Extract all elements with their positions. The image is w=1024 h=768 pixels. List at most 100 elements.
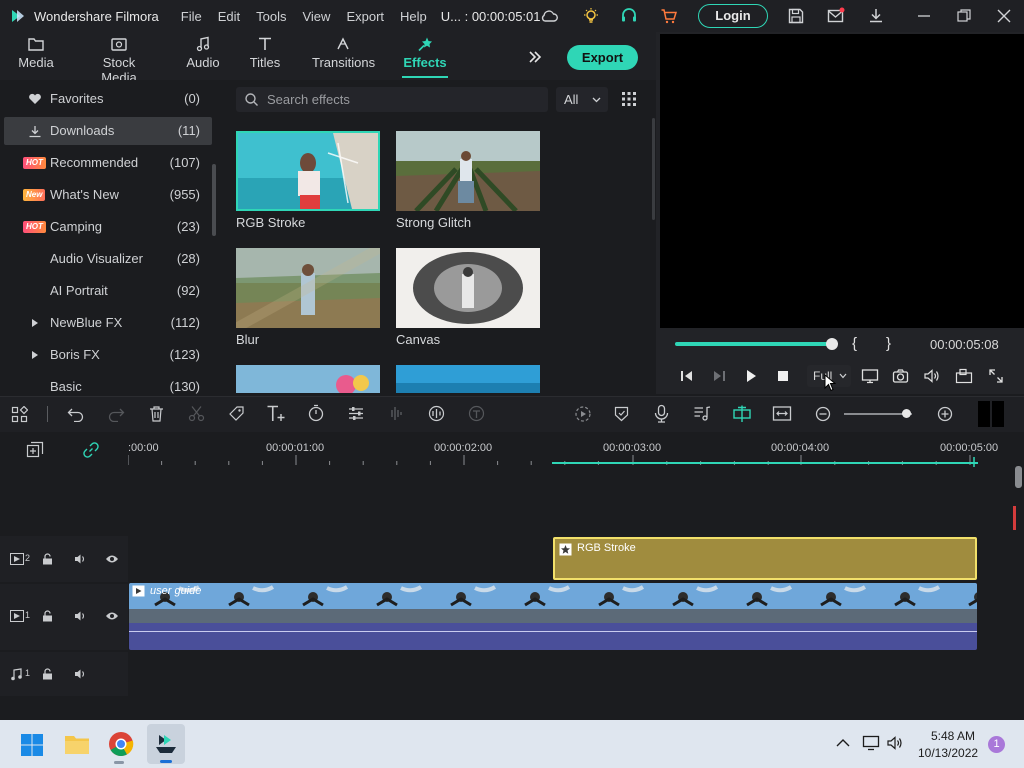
volume-icon[interactable]	[923, 368, 940, 384]
save-icon[interactable]	[787, 7, 805, 25]
headset-support-icon[interactable]	[620, 7, 638, 25]
mark-in-button[interactable]: {	[852, 335, 857, 352]
snapshot-camera-icon[interactable]	[892, 368, 909, 384]
marker-shield-icon[interactable]	[613, 405, 630, 423]
tab-effects[interactable]: Effects	[402, 36, 448, 78]
sidebar-item-downloads[interactable]: Downloads (11)	[4, 117, 212, 145]
next-frame-icon[interactable]	[711, 368, 727, 384]
cloud-icon[interactable]	[540, 7, 558, 25]
menu-tools[interactable]: Tools	[256, 9, 286, 24]
expand-caret-icon[interactable]	[32, 351, 38, 359]
sidebar-item-boris-fx[interactable]: Boris FX (123)	[4, 341, 212, 369]
notification-badge[interactable]: 1	[988, 736, 1005, 753]
login-button[interactable]: Login	[698, 4, 768, 28]
menu-export[interactable]: Export	[346, 9, 384, 24]
audio-wave-icon[interactable]	[387, 405, 405, 422]
sidebar-item-newblue-fx[interactable]: NewBlue FX (112)	[4, 309, 212, 337]
chrome-icon[interactable]	[108, 731, 134, 757]
add-track-icon[interactable]	[26, 441, 44, 459]
download-icon[interactable]	[867, 7, 885, 25]
windows-start-icon[interactable]	[20, 733, 44, 757]
search-input[interactable]: Search effects	[236, 87, 548, 112]
sidebar-scrollbar[interactable]	[212, 164, 216, 236]
sidebar-item-basic[interactable]: Basic (130)	[4, 373, 212, 394]
effect-card-partial[interactable]	[236, 365, 380, 393]
stop-icon[interactable]	[775, 368, 791, 384]
display-settings-icon[interactable]	[861, 368, 879, 384]
tab-stock-media[interactable]: Stock Media	[84, 36, 154, 85]
effect-card-rgb-stroke[interactable]	[236, 131, 380, 211]
microphone-icon[interactable]	[653, 404, 670, 423]
volume-icon[interactable]	[886, 735, 904, 751]
pip-icon[interactable]	[955, 368, 973, 384]
lock-icon[interactable]	[42, 668, 53, 680]
tab-transitions[interactable]: Transitions	[312, 36, 375, 70]
filter-dropdown[interactable]: All	[556, 87, 608, 112]
music-list-icon[interactable]	[693, 405, 711, 422]
lock-icon[interactable]	[42, 610, 53, 622]
sidebar-item-favorites[interactable]: Favorites (0)	[4, 85, 212, 113]
zoom-in-icon[interactable]	[937, 406, 953, 422]
effect-card-partial[interactable]	[396, 365, 540, 393]
play-icon[interactable]	[743, 368, 759, 384]
eye-icon[interactable]	[105, 553, 119, 565]
cut-icon[interactable]	[188, 405, 205, 422]
text-to-speech-icon[interactable]	[467, 404, 486, 423]
effect-card-blur[interactable]	[236, 248, 380, 328]
menu-help[interactable]: Help	[400, 9, 427, 24]
restore-icon[interactable]	[955, 7, 973, 25]
chevron-up-icon[interactable]	[836, 738, 850, 748]
tab-titles[interactable]: Titles	[247, 36, 283, 70]
effect-card-canvas[interactable]	[396, 248, 540, 328]
sidebar-item-audio-visualizer[interactable]: Audio Visualizer (28)	[4, 245, 212, 273]
menu-edit[interactable]: Edit	[218, 9, 240, 24]
more-tabs-chevrons-icon[interactable]	[527, 49, 543, 65]
eye-icon[interactable]	[105, 610, 119, 622]
tab-media[interactable]: Media	[14, 36, 58, 70]
file-explorer-icon[interactable]	[64, 733, 90, 755]
previous-frame-icon[interactable]	[679, 368, 695, 384]
tag-icon[interactable]	[228, 405, 245, 422]
expand-caret-icon[interactable]	[32, 319, 38, 327]
taskbar-date[interactable]: 10/13/2022	[918, 746, 978, 760]
mark-out-button[interactable]: }	[886, 335, 891, 352]
network-display-icon[interactable]	[862, 735, 880, 751]
video-clip-user-guide[interactable]: user guide	[129, 583, 977, 650]
zoom-out-icon[interactable]	[815, 406, 831, 422]
export-button[interactable]: Export	[567, 45, 638, 70]
snap-magnet-icon[interactable]	[732, 404, 752, 423]
close-icon[interactable]	[995, 7, 1013, 25]
effect-card-strong-glitch[interactable]	[396, 131, 540, 211]
tab-audio[interactable]: Audio	[184, 36, 222, 70]
preview-progress-bar[interactable]	[675, 342, 833, 346]
sidebar-item-ai-portrait[interactable]: AI Portrait (92)	[4, 277, 212, 305]
panel-toggle-left[interactable]	[978, 401, 990, 427]
fit-timeline-icon[interactable]	[772, 405, 792, 422]
effect-clip-rgb-stroke[interactable]: RGB Stroke	[553, 537, 977, 580]
render-preview-icon[interactable]	[574, 405, 592, 423]
redo-icon[interactable]	[107, 406, 125, 422]
audio-stretch-icon[interactable]	[427, 404, 446, 423]
lightbulb-icon[interactable]	[582, 7, 600, 25]
timeline-vertical-scrollbar[interactable]	[1015, 466, 1022, 488]
mail-icon[interactable]	[827, 7, 845, 25]
link-icon[interactable]	[82, 441, 100, 459]
sidebar-item-whats-new[interactable]: New What's New (955)	[4, 181, 212, 209]
menu-view[interactable]: View	[302, 9, 330, 24]
zoom-slider-handle[interactable]	[902, 409, 911, 418]
effects-scrollbar[interactable]	[652, 118, 655, 220]
preview-progress-handle[interactable]	[826, 338, 838, 350]
lock-icon[interactable]	[42, 553, 53, 565]
taskbar-time[interactable]: 5:48 AM	[931, 729, 975, 743]
layout-grid-icon[interactable]	[11, 406, 28, 423]
speaker-icon[interactable]	[74, 553, 87, 565]
grid-view-icon[interactable]	[622, 92, 636, 106]
adjust-sliders-icon[interactable]	[347, 405, 365, 422]
speed-timer-icon[interactable]	[307, 404, 325, 422]
sidebar-item-recommended[interactable]: HOT Recommended (107)	[4, 149, 212, 177]
sidebar-item-camping[interactable]: HOT Camping (23)	[4, 213, 212, 241]
delete-icon[interactable]	[148, 405, 165, 422]
fullscreen-icon[interactable]	[988, 368, 1004, 384]
taskbar-filmora-active[interactable]	[147, 724, 185, 764]
add-text-icon[interactable]	[266, 404, 286, 423]
